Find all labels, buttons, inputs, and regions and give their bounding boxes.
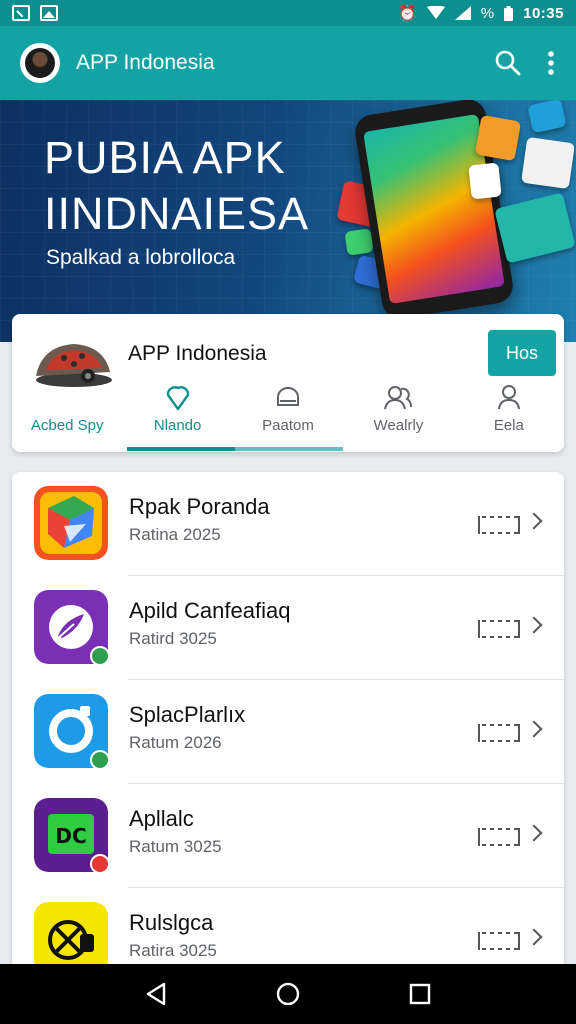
status-time: 10:35 bbox=[523, 4, 564, 22]
alarm-icon: ⏰ bbox=[398, 4, 417, 22]
chevron-right-icon[interactable] bbox=[525, 616, 543, 634]
tab-row: Acbed Spy Nlando Paatom Wealrly Eela bbox=[12, 378, 564, 452]
tab-eela[interactable]: Eela bbox=[454, 378, 564, 452]
app-list: Rpak Poranda Ratina 2025 Apild Canfeafia… bbox=[12, 472, 564, 972]
app-name: SplacPlarlıx bbox=[129, 702, 246, 727]
app-name: Rulslgca bbox=[129, 910, 214, 935]
app-tile-icon bbox=[474, 114, 522, 162]
search-icon[interactable] bbox=[494, 49, 522, 77]
promo-banner[interactable]: PUBIA APK IINDNAIESA Spalkad a lobrolloc… bbox=[0, 100, 576, 342]
avatar[interactable] bbox=[20, 43, 60, 83]
status-right: ⏰ % 10:35 bbox=[398, 5, 564, 22]
people-icon bbox=[383, 383, 413, 411]
download-icon[interactable] bbox=[478, 828, 520, 846]
status-badge bbox=[90, 750, 110, 770]
app-subtitle: Ratina 2025 bbox=[129, 525, 221, 544]
app-title: APP Indonesia bbox=[76, 51, 215, 74]
app-tile-icon bbox=[344, 228, 374, 256]
app-tile-icon bbox=[521, 136, 575, 190]
list-item[interactable]: SplacPlarlıx Ratum 2026 bbox=[12, 680, 564, 784]
google-like-icon bbox=[34, 486, 108, 560]
avatar-photo bbox=[25, 48, 55, 78]
status-left bbox=[12, 5, 58, 21]
tab-acbed-spy[interactable]: Acbed Spy bbox=[12, 378, 122, 452]
status-badge bbox=[90, 854, 110, 874]
image-icon bbox=[40, 5, 58, 21]
app-bar-actions bbox=[494, 49, 556, 77]
download-icon[interactable] bbox=[478, 620, 520, 638]
chevron-right-icon[interactable] bbox=[525, 928, 543, 946]
banner-headline-line2: IINDNAIESA bbox=[44, 188, 310, 239]
chevron-right-icon[interactable] bbox=[525, 720, 543, 738]
list-item[interactable]: Rulslgca Ratira 3025 bbox=[12, 888, 564, 972]
percent-glyph: % bbox=[480, 4, 495, 22]
tab-paatom[interactable]: Paatom bbox=[233, 378, 343, 452]
chat-bubble-icon bbox=[274, 383, 302, 411]
list-item[interactable]: Apild Canfeafiaq Ratird 3025 bbox=[12, 576, 564, 680]
chevron-right-icon[interactable] bbox=[525, 512, 543, 530]
battery-icon bbox=[504, 5, 514, 21]
download-icon[interactable] bbox=[478, 516, 520, 534]
person-icon bbox=[495, 383, 523, 411]
tab-underline bbox=[127, 447, 343, 451]
tab-wealrly[interactable]: Wealrly bbox=[343, 378, 453, 452]
app-name: Rpak Poranda bbox=[129, 494, 270, 519]
app-name: Apllalc bbox=[129, 806, 194, 831]
download-icon[interactable] bbox=[478, 724, 520, 742]
banner-headline-line1: PUBIA APK bbox=[44, 132, 286, 183]
home-icon[interactable] bbox=[258, 964, 318, 1024]
tab-nlando[interactable]: Nlando bbox=[122, 378, 232, 452]
tab-label: Acbed Spy bbox=[30, 417, 104, 434]
tab-label: Eela bbox=[493, 417, 524, 434]
tab-label: Paatom bbox=[262, 417, 314, 434]
svg-text:DC: DC bbox=[55, 824, 86, 848]
tab-label: Wealrly bbox=[373, 417, 424, 434]
more-vert-icon[interactable] bbox=[546, 50, 556, 76]
yellow-cross-icon bbox=[34, 902, 108, 972]
app-tile-icon bbox=[468, 162, 502, 200]
chevron-right-icon[interactable] bbox=[525, 824, 543, 842]
status-bar: ⏰ % 10:35 bbox=[0, 0, 576, 26]
list-item[interactable]: DC Apllalc Ratum 3025 bbox=[12, 784, 564, 888]
wifi-icon bbox=[426, 6, 445, 19]
recents-icon[interactable] bbox=[390, 964, 450, 1024]
app-subtitle: Ratum 3025 bbox=[129, 837, 222, 856]
status-badge bbox=[90, 646, 110, 666]
back-icon[interactable] bbox=[126, 964, 186, 1024]
app-name: Apild Canfeafiaq bbox=[129, 598, 291, 623]
system-nav-bar bbox=[0, 964, 576, 1024]
tab-label: Nlando bbox=[153, 417, 202, 434]
app-subtitle: Ratira 3025 bbox=[129, 941, 217, 960]
heart-location-icon bbox=[164, 383, 192, 411]
card-title: APP Indonesia bbox=[128, 342, 267, 365]
app-bar: APP Indonesia bbox=[0, 26, 576, 100]
list-item[interactable]: Rpak Poranda Ratina 2025 bbox=[12, 472, 564, 576]
arrow-icon bbox=[12, 5, 30, 21]
category-card: APP Indonesia Hos Acbed Spy Nlando Paato… bbox=[12, 314, 564, 452]
banner-subtitle: Spalkad a lobrolloca bbox=[46, 246, 236, 269]
primary-action-button[interactable]: Hos bbox=[488, 330, 556, 376]
app-subtitle: Ratum 2026 bbox=[129, 733, 222, 752]
signal-icon bbox=[454, 6, 471, 20]
download-icon[interactable] bbox=[478, 932, 520, 950]
app-subtitle: Ratird 3025 bbox=[129, 629, 217, 648]
banner-headline: PUBIA APK IINDNAIESA bbox=[44, 130, 309, 242]
